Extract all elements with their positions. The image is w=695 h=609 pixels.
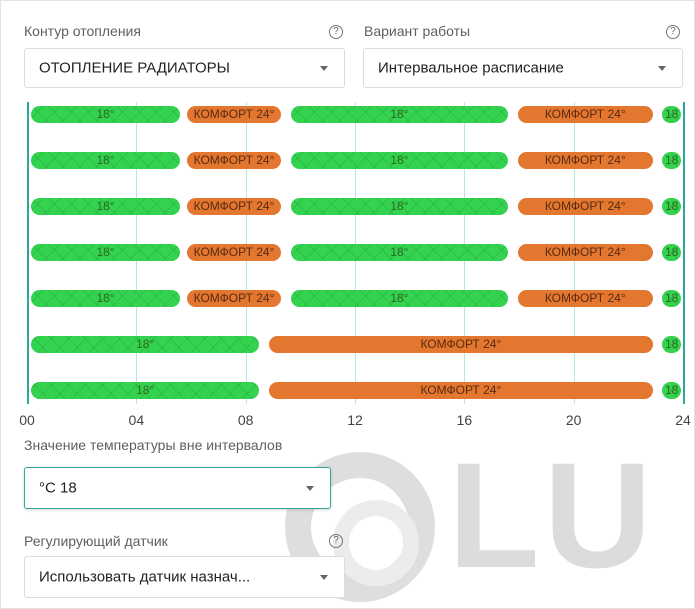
eco-interval-bar[interactable]: 18 bbox=[662, 244, 681, 261]
eco-interval-bar[interactable]: 18 bbox=[662, 106, 681, 123]
outside-temp-select[interactable]: °C 18 bbox=[24, 467, 331, 509]
eco-interval-bar[interactable]: 18° bbox=[31, 198, 181, 215]
mode-label: Вариант работы bbox=[364, 23, 471, 39]
hour-tick-label: 24 bbox=[675, 412, 691, 428]
eco-interval-bar[interactable]: 18° bbox=[31, 244, 181, 261]
comfort-interval-bar[interactable]: КОМФОРТ 24° bbox=[186, 106, 282, 123]
comfort-interval-bar[interactable]: КОМФОРТ 24° bbox=[186, 290, 282, 307]
eco-interval-bar[interactable]: 18° bbox=[290, 152, 509, 169]
sensor-label: Регулирующий датчик bbox=[24, 533, 168, 549]
eco-interval-bar[interactable]: 18° bbox=[31, 290, 181, 307]
outside-temp-value: °C 18 bbox=[39, 479, 77, 497]
chevron-down-icon bbox=[658, 66, 666, 71]
grid-line-24 bbox=[683, 102, 685, 404]
hour-tick-label: 04 bbox=[128, 412, 145, 428]
sensor-select[interactable]: Использовать датчик назнач... bbox=[24, 556, 345, 598]
eco-interval-bar[interactable]: 18° bbox=[290, 198, 509, 215]
eco-interval-bar[interactable]: 18° bbox=[290, 244, 509, 261]
eco-interval-bar[interactable]: 18 bbox=[662, 290, 681, 307]
mode-help-icon[interactable]: ? bbox=[666, 25, 680, 39]
eco-interval-bar[interactable]: 18° bbox=[31, 336, 260, 353]
outside-temp-label: Значение температуры вне интервалов bbox=[24, 437, 283, 453]
sensor-help-icon[interactable]: ? bbox=[329, 534, 343, 548]
chevron-down-icon bbox=[320, 66, 328, 71]
comfort-interval-bar[interactable]: КОМФОРТ 24° bbox=[186, 244, 282, 261]
eco-interval-bar[interactable]: 18 bbox=[662, 198, 681, 215]
eco-interval-bar[interactable]: 18° bbox=[290, 106, 509, 123]
hour-tick-label: 20 bbox=[565, 412, 582, 428]
eco-interval-bar[interactable]: 18° bbox=[31, 106, 181, 123]
circuit-select[interactable]: ОТОПЛЕНИЕ РАДИАТОРЫ bbox=[24, 48, 345, 88]
comfort-interval-bar[interactable]: КОМФОРТ 24° bbox=[186, 152, 282, 169]
comfort-interval-bar[interactable]: КОМФОРТ 24° bbox=[517, 106, 653, 123]
comfort-interval-bar[interactable]: КОМФОРТ 24° bbox=[268, 336, 653, 353]
comfort-interval-bar[interactable]: КОМФОРТ 24° bbox=[517, 152, 653, 169]
sensor-select-value: Использовать датчик назнач... bbox=[39, 568, 251, 586]
comfort-interval-bar[interactable]: КОМФОРТ 24° bbox=[268, 382, 653, 399]
mode-select-value: Интервальное расписание bbox=[378, 59, 564, 77]
eco-interval-bar[interactable]: 18° bbox=[290, 290, 509, 307]
eco-interval-bar[interactable]: 18 bbox=[662, 152, 681, 169]
hour-tick-label: 08 bbox=[237, 412, 254, 428]
eco-interval-bar[interactable]: 18° bbox=[31, 152, 181, 169]
chevron-down-icon bbox=[320, 575, 328, 580]
hour-tick-label: 00 bbox=[19, 412, 35, 428]
circuit-help-icon[interactable]: ? bbox=[329, 25, 343, 39]
eco-interval-bar[interactable]: 18° bbox=[31, 382, 260, 399]
comfort-interval-bar[interactable]: КОМФОРТ 24° bbox=[186, 198, 282, 215]
comfort-interval-bar[interactable]: КОМФОРТ 24° bbox=[517, 198, 653, 215]
hour-tick-label: 16 bbox=[456, 412, 473, 428]
chevron-down-icon bbox=[306, 486, 314, 491]
eco-interval-bar[interactable]: 18 bbox=[662, 382, 681, 399]
comfort-interval-bar[interactable]: КОМФОРТ 24° bbox=[517, 290, 653, 307]
hour-tick-label: 12 bbox=[347, 412, 363, 428]
eco-interval-bar[interactable]: 18 bbox=[662, 336, 681, 353]
grid-line-00 bbox=[27, 102, 29, 404]
mode-select[interactable]: Интервальное расписание bbox=[363, 48, 683, 88]
circuit-label: Контур отопления bbox=[24, 23, 141, 39]
circuit-select-value: ОТОПЛЕНИЕ РАДИАТОРЫ bbox=[39, 59, 230, 77]
comfort-interval-bar[interactable]: КОМФОРТ 24° bbox=[517, 244, 653, 261]
watermark-text: LU bbox=[448, 431, 656, 599]
